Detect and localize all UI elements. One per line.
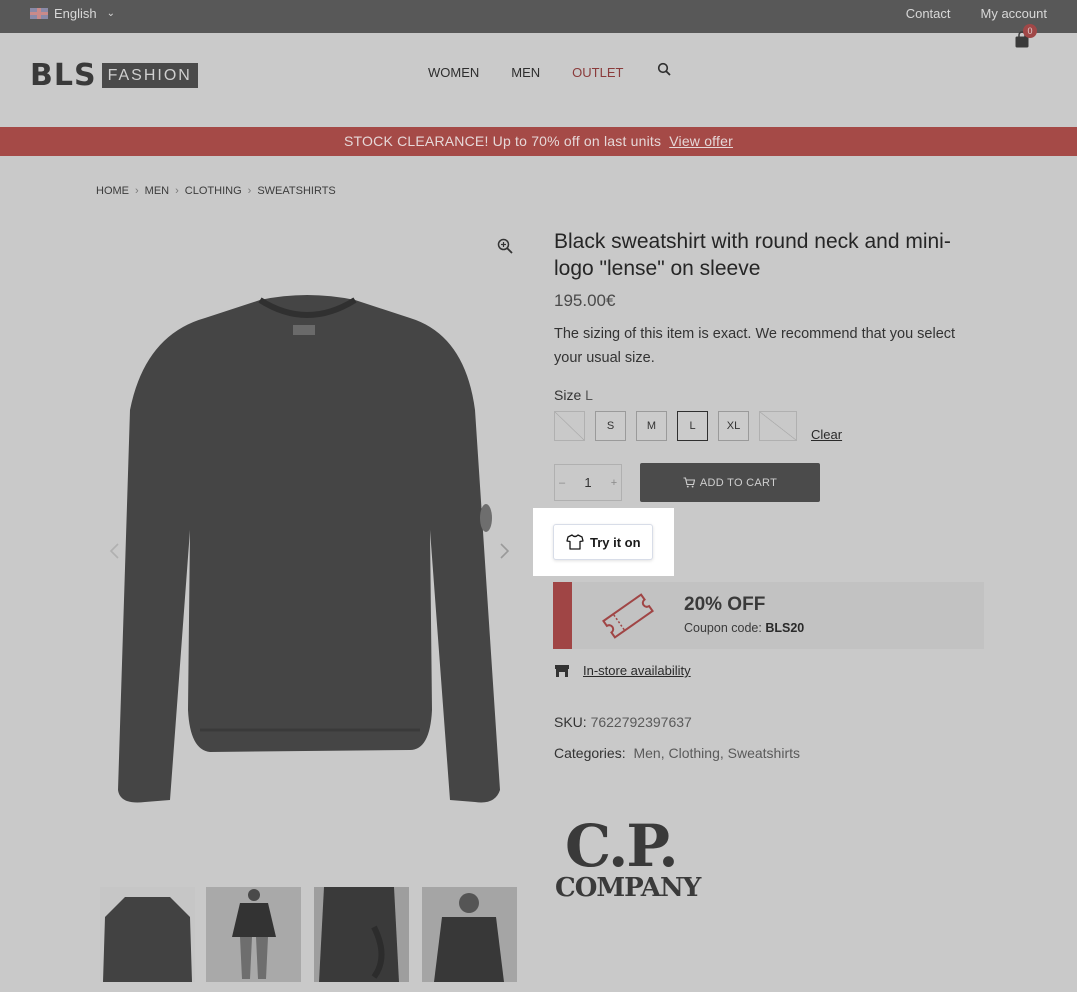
promo-banner: STOCK CLEARANCE! Up to 70% off on last u… [0,127,1077,156]
try-it-on-label: Try it on [590,534,641,550]
product-title: Black sweatshirt with round neck and min… [554,230,951,280]
brand-logo-top: C.P. [565,812,679,880]
breadcrumb-clothing[interactable]: CLOTHING [185,185,242,197]
sku-value: 7622792397637 [590,714,692,730]
product-thumbnail[interactable] [422,887,517,982]
size-option-unavailable[interactable] [759,411,797,441]
logo-main: BLS [30,58,97,93]
selected-size: L [585,387,593,403]
size-option-m[interactable]: M [636,411,667,441]
product-description: The sizing of this item is exact. We rec… [554,326,956,366]
coupon-code: BLS20 [765,621,805,635]
language-selector[interactable]: English ⌄ [30,6,115,21]
add-to-cart-button[interactable]: ADD TO CART [640,463,820,502]
categories-label: Categories: [554,745,626,761]
logo-sub: FASHION [101,63,198,88]
size-option-unavailable[interactable] [554,411,585,441]
size-option-s[interactable]: S [595,411,626,441]
store-icon [555,664,569,677]
promo-text: STOCK CLEARANCE! Up to 70% off on last u… [344,133,662,149]
breadcrumb-sweatshirts[interactable]: SWEATSHIRTS [257,185,335,197]
breadcrumb-separator-icon: › [247,185,252,197]
product-image[interactable] [110,290,505,810]
in-store-availability[interactable]: In-store availability [554,663,691,678]
product-thumbnail[interactable] [206,887,301,982]
sku-line: SKU: 7622792397637 [554,714,692,730]
breadcrumb-separator-icon: › [135,185,139,197]
chevron-down-icon: ⌄ [106,8,116,19]
categories-line: Categories: Men, Clothing, Sweatshirts [554,745,800,761]
site-header: BLS FASHION WOMEN MEN OUTLET [0,33,1077,127]
breadcrumb: HOME › MEN › CLOTHING › SWEATSHIRTS [96,185,336,197]
ticket-icon [602,593,654,639]
top-bar: English ⌄ Contact My account [0,0,1077,33]
size-option-xl[interactable]: XL [718,411,749,441]
quantity-value[interactable]: 1 [584,475,591,490]
tshirt-icon [566,534,584,550]
product-price: 195.00€ [554,291,616,310]
size-options: S M L XL [554,411,797,441]
breadcrumb-home[interactable]: HOME [96,185,129,197]
my-account-link[interactable]: My account [981,6,1047,21]
brand-logo-bottom: COMPANY [555,873,701,903]
try-it-on-button[interactable]: Try it on [553,524,653,560]
coupon-accent-bar [553,582,572,649]
site-logo[interactable]: BLS FASHION [30,58,198,93]
add-to-cart-label: ADD TO CART [699,476,778,489]
view-offer-link[interactable]: View offer [669,133,733,149]
in-store-availability-link[interactable]: In-store availability [583,663,691,678]
cart-icon [683,477,695,488]
contact-link[interactable]: Contact [906,6,951,21]
sku-label: SKU: [554,714,587,730]
zoom-icon[interactable] [497,238,513,254]
size-label-text: Size [554,387,582,403]
clear-size-link[interactable]: Clear [811,427,842,442]
product-thumbnail[interactable] [314,887,409,982]
size-label: Size L [554,387,593,403]
nav-item-outlet[interactable]: OUTLET [572,65,623,80]
quantity-stepper[interactable]: – 1 + [554,464,622,501]
nav-item-women[interactable]: WOMEN [428,65,479,80]
nav-item-men[interactable]: MEN [511,65,540,80]
decrease-quantity-button[interactable]: – [555,477,569,489]
coupon-banner: 20% OFF Coupon code: BLS20 [553,582,984,649]
breadcrumb-separator-icon: › [175,185,179,197]
main-nav: WOMEN MEN OUTLET [428,62,671,80]
cart-count-badge: 0 [1023,24,1037,38]
categories-links[interactable]: Men, Clothing, Sweatshirts [633,745,800,761]
breadcrumb-men[interactable]: MEN [145,185,169,197]
coupon-discount: 20% OFF [684,594,766,615]
brand-logo[interactable]: C.P. COMPANY [555,812,701,904]
increase-quantity-button[interactable]: + [607,477,621,489]
search-icon[interactable] [657,62,671,76]
uk-flag-icon [30,8,48,19]
product-thumbnail[interactable] [100,887,195,982]
size-option-l[interactable]: L [677,411,708,441]
coupon-code-label: Coupon code: [684,621,762,635]
language-label: English [54,6,97,21]
coupon-code-line: Coupon code: BLS20 [684,621,804,635]
